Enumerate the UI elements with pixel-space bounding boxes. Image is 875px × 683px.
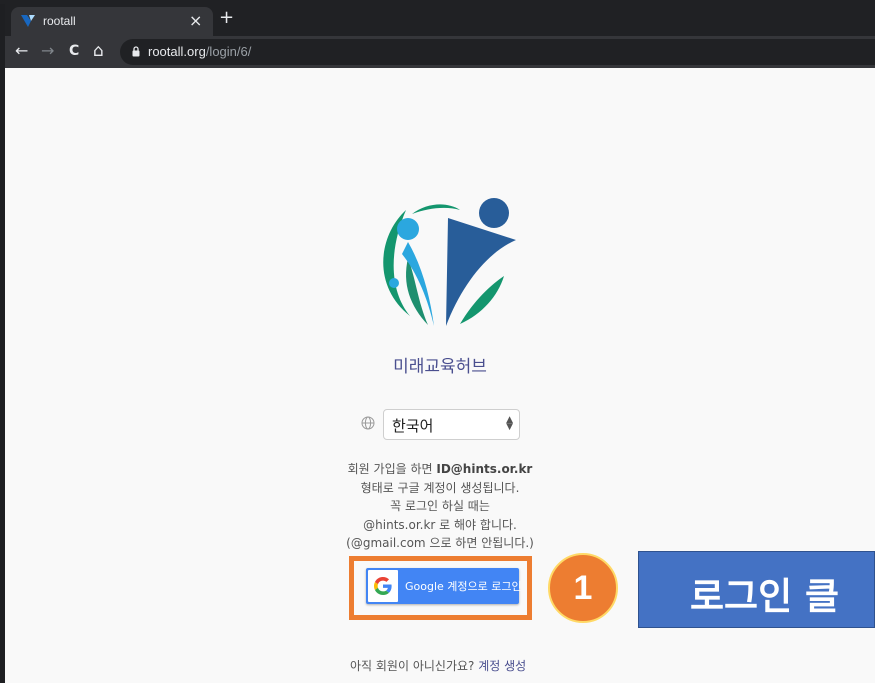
info-line-2: 형태로 구글 계정이 생성됩니다. [360, 480, 520, 495]
url-host: rootall.org [148, 44, 206, 59]
globe-icon [361, 416, 375, 430]
home-icon[interactable]: ⌂ [93, 41, 104, 61]
tab-title: rootall [43, 14, 76, 28]
organization-logo [383, 198, 516, 326]
vuetify-logo-icon [21, 15, 35, 27]
google-login-label: Google 계정으로 로그인 [405, 580, 522, 593]
browser-toolbar: ← → C ⌂ rootall.org/login/6/ [5, 36, 875, 68]
new-tab-button[interactable]: + [219, 7, 234, 28]
url-path: /login/6/ [205, 44, 252, 59]
organization-name: 미래교육허브 [393, 357, 487, 377]
info-line-4: @hints.or.kr 로 해야 합니다. [363, 517, 517, 532]
info-line-1-prefix: 회원 가입을 하면 [347, 462, 437, 476]
language-select-value: 한국어 [392, 417, 434, 435]
reload-icon[interactable]: C [69, 41, 79, 61]
forward-arrow-icon[interactable]: → [41, 41, 54, 61]
language-select[interactable]: 한국어 ▲ ▼ [383, 409, 520, 440]
tab-strip: rootall × + [5, 4, 875, 36]
url-text: rootall.org/login/6/ [148, 44, 251, 59]
instruction-callout: 로그인 클 [638, 551, 875, 628]
browser-tab[interactable]: rootall × [11, 7, 213, 36]
google-g-icon [374, 577, 392, 595]
info-line-5: (@gmail.com 으로 하면 안됩니다.) [346, 536, 534, 550]
google-icon-container [368, 570, 398, 602]
signup-prompt: 아직 회원이 아니신가요? [350, 659, 475, 673]
signup-info-text: 회원 가입을 하면 ID@hints.or.kr 형태로 구글 계정이 생성됩니… [340, 460, 540, 553]
google-login-button[interactable]: Google 계정으로 로그인 [366, 568, 522, 604]
signup-link[interactable]: 계정 생성 [478, 659, 526, 673]
back-arrow-icon[interactable]: ← [15, 41, 28, 61]
address-bar[interactable]: rootall.org/login/6/ [120, 39, 875, 65]
lock-icon [132, 46, 140, 57]
signup-row: 아직 회원이 아니신가요? 계정 생성 [350, 657, 526, 674]
callout-text: 로그인 클 [690, 575, 840, 618]
info-line-1-email: ID@hints.or.kr [436, 462, 533, 476]
step-number-badge: 1 [548, 553, 618, 623]
select-caret-icon: ▲ ▼ [506, 415, 513, 432]
info-line-3: 꼭 로그인 하실 때는 [390, 499, 490, 513]
tab-close-icon[interactable]: × [189, 11, 202, 30]
